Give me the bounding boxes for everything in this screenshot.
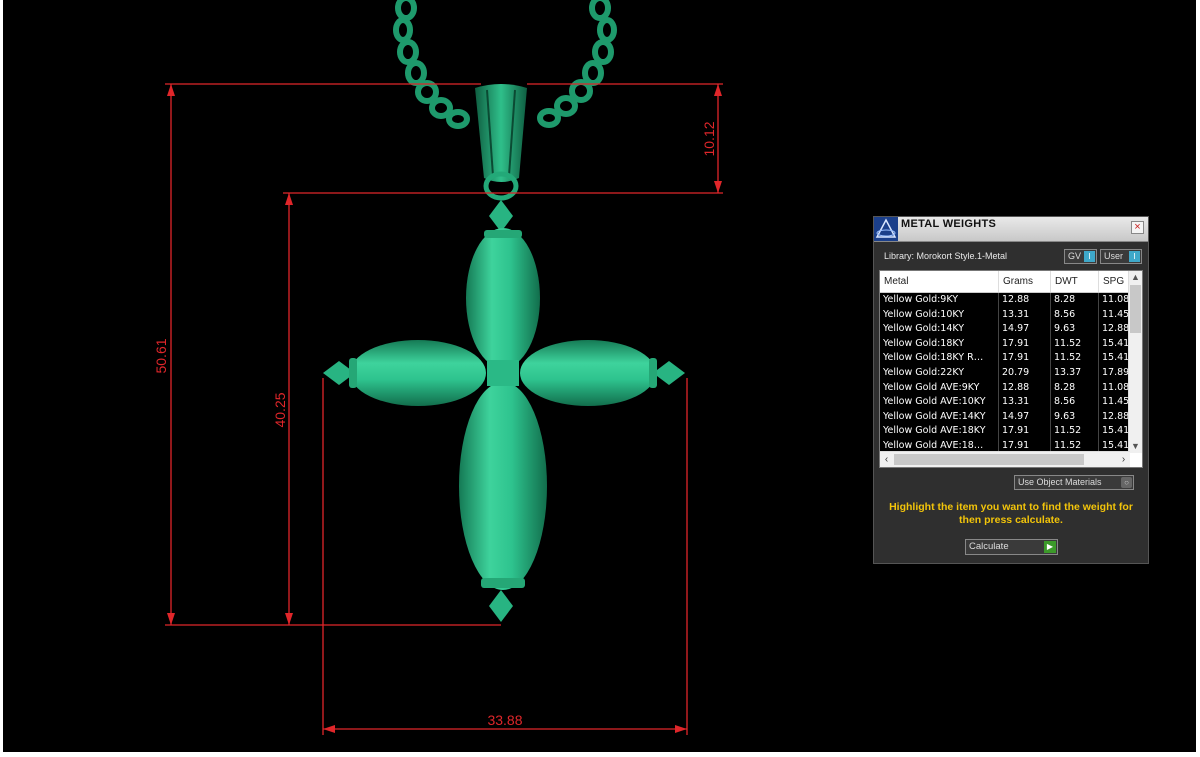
dimension-lines <box>165 83 723 735</box>
cell-metal: Yellow Gold:18KY R… <box>880 351 999 366</box>
cell-grams: 13.31 <box>999 395 1051 410</box>
table-row[interactable]: Yellow Gold AVE:9KY 12.88 8.28 11.08 <box>880 380 1130 396</box>
cell-grams: 13.31 <box>999 307 1051 323</box>
table-row[interactable]: Yellow Gold AVE:10KY 13.31 8.56 11.45 <box>880 395 1130 410</box>
hscroll-thumb[interactable] <box>894 454 1084 465</box>
cell-dwt: 8.28 <box>1051 380 1099 396</box>
cell-metal: Yellow Gold AVE:10KY <box>880 395 999 410</box>
metal-weights-panel: METAL WEIGHTS × Library: Morokort Style.… <box>873 216 1149 564</box>
user-tag: I <box>1129 251 1140 262</box>
table-row[interactable]: Yellow Gold AVE:18KY 17.91 11.52 15.41 <box>880 424 1130 439</box>
user-button[interactable]: User I <box>1100 249 1142 264</box>
cell-dwt: 9.63 <box>1051 322 1099 337</box>
table-row[interactable]: Yellow Gold AVE:14KY 14.97 9.63 12.88 <box>880 409 1130 425</box>
scroll-up-icon[interactable]: ▲ <box>1129 271 1142 284</box>
user-button-label: User <box>1104 251 1124 261</box>
col-spg[interactable]: SPG <box>1099 271 1130 292</box>
cell-grams: 12.88 <box>999 293 1051 308</box>
scroll-thumb[interactable] <box>1130 285 1141 333</box>
cell-dwt: 11.52 <box>1051 336 1099 352</box>
gv-tag: I <box>1084 251 1095 262</box>
panel-titlebar[interactable]: METAL WEIGHTS × <box>874 217 1148 242</box>
scroll-right-icon[interactable]: › <box>1117 452 1130 467</box>
table-row[interactable]: Yellow Gold:22KY 20.79 13.37 17.89 <box>880 366 1130 381</box>
cell-grams: 17.91 <box>999 424 1051 439</box>
dim-overall-height: 50.61 <box>153 338 169 373</box>
dimension-arrows <box>167 84 722 733</box>
cell-dwt: 11.52 <box>1051 424 1099 439</box>
table-row[interactable]: Yellow Gold:18KY 17.91 11.52 15.41 <box>880 336 1130 352</box>
cell-grams: 20.79 <box>999 366 1051 381</box>
cell-metal: Yellow Gold:9KY <box>880 293 999 308</box>
scroll-left-icon[interactable]: ‹ <box>880 452 893 467</box>
gv-button[interactable]: GV I <box>1064 249 1097 264</box>
table-header: Metal Grams DWT SPG <box>880 271 1130 293</box>
cell-metal: Yellow Gold:14KY <box>880 322 999 337</box>
cell-spg: 15.41 <box>1099 336 1130 352</box>
table-row[interactable]: Yellow Gold:18KY R… 17.91 11.52 15.41 <box>880 351 1130 366</box>
cell-metal: Yellow Gold AVE:14KY <box>880 409 999 425</box>
gv-button-label: GV <box>1068 251 1082 261</box>
toggle-icon: ○ <box>1121 477 1132 488</box>
play-icon: ▶ <box>1044 541 1056 553</box>
vertical-scrollbar[interactable]: ▲ ▼ <box>1128 271 1142 453</box>
dim-bail-height: 10.12 <box>701 121 717 156</box>
cell-metal: Yellow Gold AVE:18KY <box>880 424 999 439</box>
cell-grams: 14.97 <box>999 322 1051 337</box>
cell-dwt: 8.28 <box>1051 293 1099 308</box>
col-grams[interactable]: Grams <box>999 271 1051 292</box>
bail <box>475 84 527 201</box>
close-icon[interactable]: × <box>1131 221 1144 234</box>
cell-metal: Yellow Gold:18KY <box>880 336 999 352</box>
scroll-down-icon[interactable]: ▼ <box>1129 440 1142 453</box>
use-object-materials-toggle[interactable]: Use Object Materials ○ <box>1014 475 1134 490</box>
cell-grams: 12.88 <box>999 380 1051 396</box>
cell-dwt: 9.63 <box>1051 409 1099 425</box>
cell-dwt: 13.37 <box>1051 366 1099 381</box>
calculate-button[interactable]: Calculate ▶ <box>965 539 1058 555</box>
col-metal[interactable]: Metal <box>880 271 999 292</box>
dim-body-height: 40.25 <box>272 392 288 427</box>
cell-dwt: 11.52 <box>1051 351 1099 366</box>
dim-width: 33.88 <box>487 712 522 728</box>
cell-grams: 17.91 <box>999 351 1051 366</box>
calculate-label: Calculate <box>969 541 1009 552</box>
cell-metal: Yellow Gold AVE:9KY <box>880 380 999 396</box>
horizontal-scrollbar[interactable]: ‹ › <box>880 451 1130 467</box>
cell-spg: 11.45 <box>1099 395 1130 410</box>
cell-spg: 15.41 <box>1099 424 1130 439</box>
panel-title: METAL WEIGHTS <box>901 218 997 230</box>
cell-metal: Yellow Gold:22KY <box>880 366 999 381</box>
metal-table[interactable]: Metal Grams DWT SPG Yellow Gold:9KY 12.88… <box>879 270 1143 468</box>
cell-spg: 15.41 <box>1099 351 1130 366</box>
cell-spg: 11.45 <box>1099 307 1130 323</box>
cell-grams: 14.97 <box>999 409 1051 425</box>
cell-spg: 11.08 <box>1099 293 1130 308</box>
cell-spg: 11.08 <box>1099 380 1130 396</box>
hint-text: Highlight the item you want to find the … <box>889 501 1133 526</box>
table-row[interactable]: Yellow Gold:9KY 12.88 8.28 11.08 <box>880 293 1130 308</box>
cell-grams: 17.91 <box>999 336 1051 352</box>
cell-metal: Yellow Gold:10KY <box>880 307 999 323</box>
cross-pendant <box>323 200 685 622</box>
3d-viewport[interactable]: 50.61 40.25 10.12 33.88 METAL WEIGHTS × … <box>3 0 1196 752</box>
cell-dwt: 8.56 <box>1051 395 1099 410</box>
table-row[interactable]: Yellow Gold:14KY 14.97 9.63 12.88 <box>880 322 1130 337</box>
col-dwt[interactable]: DWT <box>1051 271 1099 292</box>
cell-spg: 12.88 <box>1099 409 1130 425</box>
library-label: Library: Morokort Style.1-Metal <box>884 251 1008 261</box>
cell-spg: 17.89 <box>1099 366 1130 381</box>
cell-dwt: 8.56 <box>1051 307 1099 323</box>
cell-spg: 12.88 <box>1099 322 1130 337</box>
table-row[interactable]: Yellow Gold:10KY 13.31 8.56 11.45 <box>880 307 1130 323</box>
use-object-materials-label: Use Object Materials <box>1018 477 1102 487</box>
app-logo-icon <box>874 217 898 241</box>
